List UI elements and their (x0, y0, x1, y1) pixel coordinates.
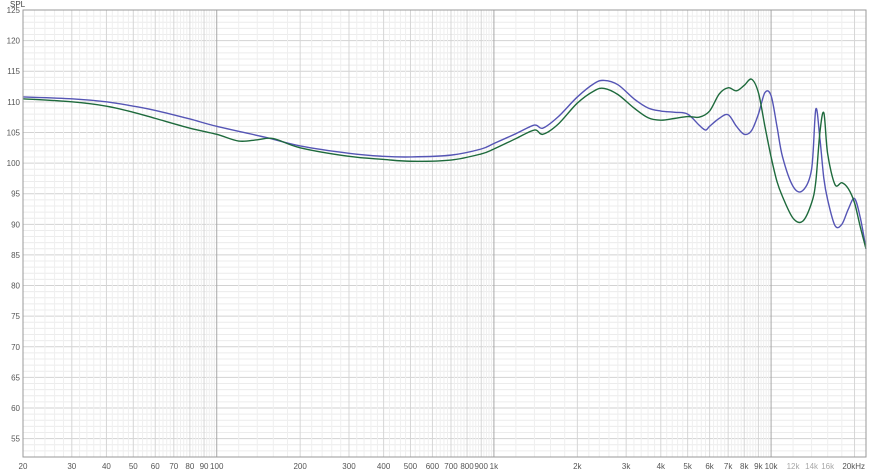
x-tick-label: 1k (490, 462, 499, 471)
x-tick-label: 40 (102, 462, 111, 471)
x-tick-label: 700 (444, 462, 458, 471)
y-tick-label: 95 (11, 190, 20, 199)
y-tick-label: 110 (7, 98, 20, 107)
x-tick-label: 16k (821, 462, 835, 471)
x-tick-label: 50 (129, 462, 138, 471)
frequency-response-chart: 556065707580859095100105110115120125 20 3… (7, 0, 867, 471)
y-tick-label: 65 (11, 373, 20, 382)
y-tick-label: 70 (11, 343, 20, 352)
x-tick-label: 8k (740, 462, 749, 471)
x-tick-label: 300 (342, 462, 356, 471)
x-tick-label: 20kHz (842, 462, 865, 471)
x-tick-label: 10k (765, 462, 779, 471)
x-tick-label: 600 (426, 462, 440, 471)
x-tick-label: 12k (787, 462, 801, 471)
x-tick-label: 3k (622, 462, 631, 471)
y-tick-label: 115 (7, 67, 20, 76)
x-tick-labels: 20 30 40 50 60 70 80 90 100 200 300 400 500 600 700 800… (19, 462, 865, 471)
x-tick-label: 900 (475, 462, 489, 471)
x-tick-label: 60 (151, 462, 160, 471)
y-tick-label: 90 (11, 220, 20, 229)
y-tick-label: 80 (11, 282, 20, 291)
x-tick-label: 14k (805, 462, 819, 471)
x-tick-label: 4k (657, 462, 666, 471)
y-tick-label: 100 (7, 159, 21, 168)
x-tick-label: 500 (404, 462, 418, 471)
x-tick-label: 80 (185, 462, 194, 471)
x-tick-label: 100 (210, 462, 224, 471)
x-tick-label: 400 (377, 462, 391, 471)
x-tick-label: 30 (67, 462, 76, 471)
x-tick-label: 5k (683, 462, 692, 471)
x-tick-label: 70 (169, 462, 178, 471)
y-tick-label: 60 (11, 404, 20, 413)
y-tick-label: 85 (11, 251, 20, 260)
x-tick-label: 20 (19, 462, 28, 471)
x-tick-label: 7k (724, 462, 733, 471)
x-tick-label: 9k (754, 462, 763, 471)
y-tick-labels: 556065707580859095100105110115120125 (7, 6, 21, 444)
y-tick-label: 55 (11, 435, 20, 444)
x-tick-label: 90 (200, 462, 209, 471)
x-tick-label: 800 (460, 462, 474, 471)
y-tick-label: 75 (11, 312, 20, 321)
x-tick-label: 6k (705, 462, 714, 471)
x-tick-label: 2k (573, 462, 582, 471)
y-axis-label: SPL (10, 0, 26, 9)
y-tick-label: 105 (7, 128, 21, 137)
x-tick-label: 200 (293, 462, 307, 471)
y-tick-label: 120 (7, 37, 21, 46)
